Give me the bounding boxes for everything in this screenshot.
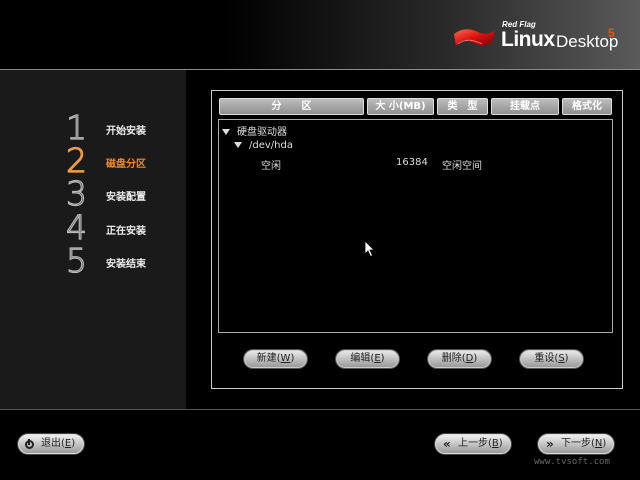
button-label: 新建( [256,353,281,364]
expand-triangle-icon[interactable] [222,129,230,135]
button-label: 编辑( [350,353,375,364]
button-label-end: ) [602,438,607,449]
button-label-end: ) [290,353,295,364]
mouse-cursor-icon [364,240,375,258]
logo-version: 5 [608,26,615,40]
button-hotkey: B [491,438,499,449]
red-flag-icon [454,29,495,46]
button-label: 重设( [534,353,559,364]
tree-label: 硬盘驱动器 [237,127,287,138]
new-partition-button[interactable]: 新建(W) [244,350,307,368]
partition-tree[interactable] [218,119,613,333]
step-label: 正在安装 [106,226,146,237]
step-label: 磁盘分区 [106,159,146,170]
column-header-type[interactable]: 类 型 [437,98,488,115]
next-button[interactable]: » 下一步(N) [538,434,614,454]
step-number: 5 [65,241,87,280]
logo-linux-text: Linux [501,28,555,51]
partition-name: 空闲 [261,161,281,172]
step-5: 5 安装结束 [65,242,186,279]
button-label-end: ) [473,353,478,364]
button-label: 下一步( [561,438,595,449]
partition-type: 空闲空间 [442,161,482,172]
button-label-end: ) [380,353,385,364]
button-label-end: ) [71,438,76,449]
tree-row-drives[interactable]: 硬盘驱动器 [222,123,287,138]
tree-row-device[interactable]: /dev/hda [234,140,293,151]
partition-size: 16384 [396,157,428,168]
button-label-end: ) [564,353,569,364]
button-hotkey: W [280,353,291,364]
install-steps-panel: 1 开始安装 2 磁盘分区 3 安装配置 4 正在安装 5 安装结束 [0,70,186,410]
power-icon [25,439,34,449]
column-header-size[interactable]: 大 小(MB) [367,98,434,115]
step-label: 安装配置 [106,192,146,203]
reset-partition-button[interactable]: 重设(S) [520,350,583,368]
tree-row-free[interactable]: 空闲 [261,157,281,172]
column-header-mount[interactable]: 挂载点 [491,98,559,115]
back-button[interactable]: « 上一步(B) [435,434,511,454]
column-header-partition[interactable]: 分 区 [219,98,364,115]
column-header-format[interactable]: 格式化 [562,98,612,115]
delete-partition-button[interactable]: 删除(D) [428,350,491,368]
button-label: 上一步( [458,438,492,449]
header: Red Flag Linux Desktop 5 [0,0,640,69]
button-label: 退出( [41,438,65,449]
edit-partition-button[interactable]: 编辑(E) [336,350,399,368]
button-label-end: ) [498,438,503,449]
step-label: 安装结束 [106,259,146,270]
watermark-text: www.tvsoft.com [534,457,610,467]
back-arrow-icon: « [443,437,451,451]
tree-label: /dev/hda [249,140,293,151]
red-flag-logo: Red Flag Linux Desktop 5 [452,18,627,58]
next-arrow-icon: » [546,437,554,451]
step-label: 开始安装 [106,126,146,137]
expand-triangle-icon[interactable] [234,142,242,148]
button-label: 删除( [441,353,466,364]
step-number: 3 [65,174,87,213]
exit-button[interactable]: 退出(E) [18,434,84,454]
